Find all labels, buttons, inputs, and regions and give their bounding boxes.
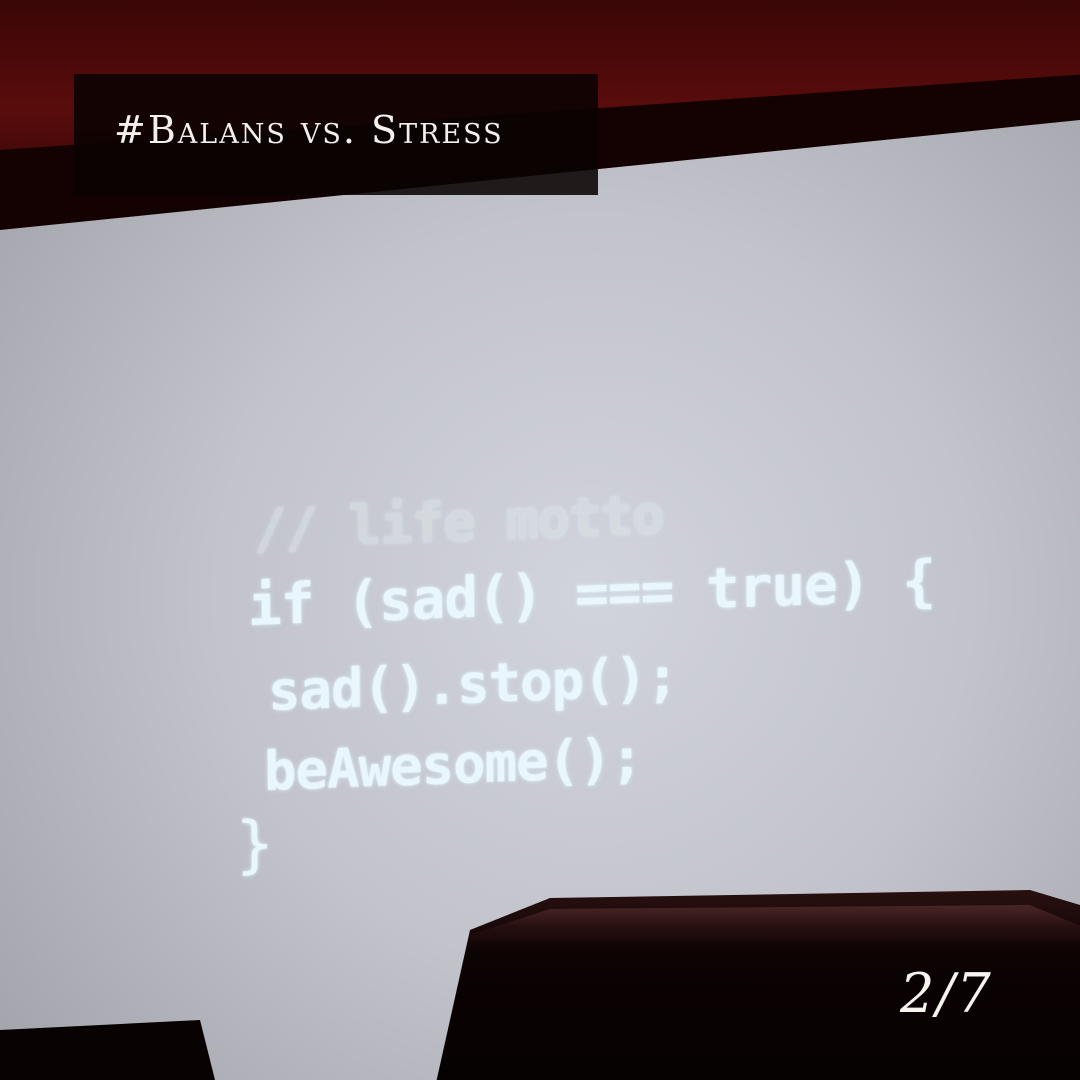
- page-indicator: 2/7: [900, 962, 993, 1025]
- foreground-object: [0, 1020, 215, 1080]
- title-banner: #Balans vs. Stress: [74, 74, 598, 195]
- slide-photo: // life motto if (sad() === true) { sad(…: [0, 0, 1080, 1080]
- code-line-close-brace: }: [235, 806, 273, 881]
- projector-top-edge: [470, 905, 1080, 945]
- slide-title: #Balans vs. Stress: [114, 108, 504, 152]
